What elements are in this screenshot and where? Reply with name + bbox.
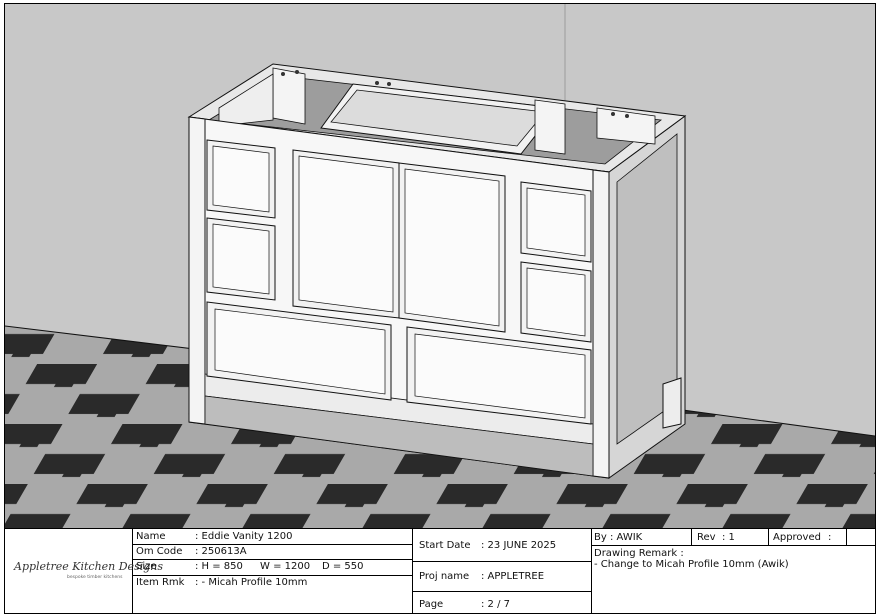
size-depth: D = 550 — [322, 561, 364, 572]
start-date-label: Start Date — [419, 540, 471, 551]
item-remark-label: Item Rmk — [136, 577, 185, 588]
om-code-label: Om Code — [136, 546, 183, 557]
page-label: Page — [419, 599, 444, 610]
right-lower-drawer — [520, 261, 592, 343]
rev-value: : 1 — [722, 532, 735, 543]
item-remark-value: : - Micah Profile 10mm — [195, 577, 308, 588]
proj-name-label: Proj name — [419, 571, 470, 582]
left-lower-drawer — [206, 217, 276, 301]
front-right-leg — [592, 169, 610, 479]
by-value: : AWIK — [610, 532, 643, 543]
start-date-value: : 23 JUNE 2025 — [481, 540, 557, 551]
drawing-sheet: Appletree Kitchen Designs bespoke timber… — [4, 3, 876, 614]
drawing-remark-value: - Change to Micah Profile 10mm (Awik) — [594, 559, 789, 570]
left-door — [292, 149, 400, 319]
name-value: : Eddie Vanity 1200 — [195, 531, 293, 542]
size-height: : H = 850 — [195, 561, 243, 572]
vanity-render — [5, 4, 875, 528]
3d-render-viewport — [5, 4, 875, 528]
right-door — [398, 162, 506, 333]
front-left-leg — [188, 116, 206, 425]
approved-value: : — [828, 532, 832, 543]
rev-label: Rev — [697, 532, 716, 543]
approved-label: Approved — [773, 532, 821, 543]
title-block: Appletree Kitchen Designs bespoke timber… — [5, 528, 875, 613]
left-upper-drawer — [206, 139, 276, 219]
size-width: W = 1200 — [260, 561, 311, 572]
name-label: Name — [136, 531, 166, 542]
logo-tagline: bespoke timber kitchens — [67, 575, 123, 580]
size-label: Size — [136, 561, 157, 572]
page-number: : 2 / 7 — [481, 599, 510, 610]
right-upper-drawer — [520, 181, 592, 263]
proj-name-value: : APPLETREE — [481, 571, 545, 582]
by-label: By — [594, 532, 607, 543]
om-code-value: : 250613A — [195, 546, 247, 557]
